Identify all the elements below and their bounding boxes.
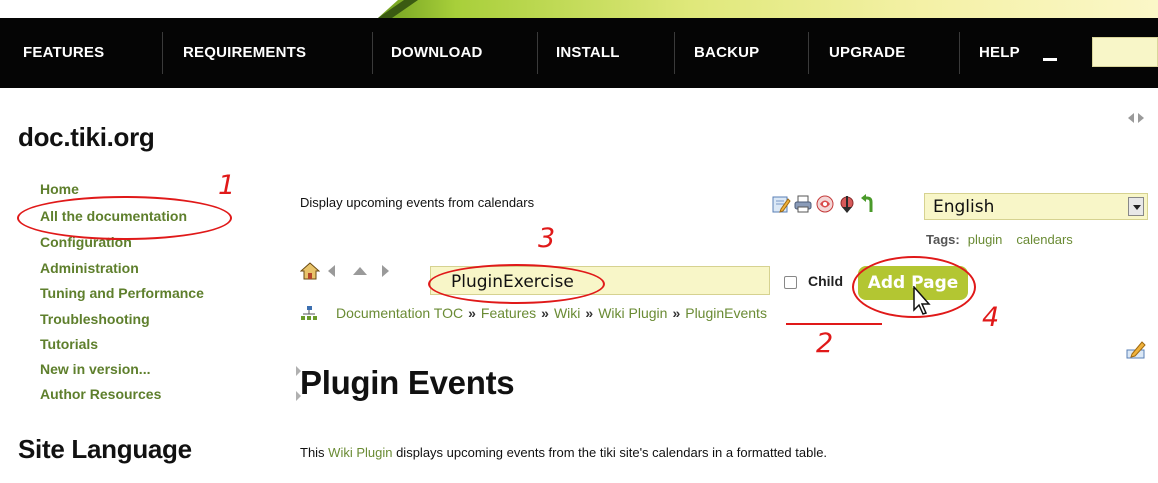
nav-upgrade[interactable]: UPGRADE <box>829 18 905 88</box>
body-text-end: displays upcoming events from the tiki s… <box>392 445 828 460</box>
menu-item-tutorials[interactable]: Tutorials <box>40 336 98 352</box>
up-icon[interactable] <box>352 266 368 276</box>
wiki-plugin-link[interactable]: Wiki Plugin <box>328 445 392 460</box>
collapse-icon[interactable] <box>1126 112 1146 124</box>
site-language-heading: Site Language <box>18 434 192 464</box>
nav-separator <box>959 32 960 74</box>
tags-label: Tags: <box>926 232 960 247</box>
tag-link[interactable]: calendars <box>1016 232 1072 247</box>
annotation-number: 4 <box>982 302 1000 333</box>
annotation-oval <box>428 264 605 304</box>
breadcrumb-separator: » <box>541 305 549 321</box>
nav-features[interactable]: FEATURES <box>23 18 104 88</box>
chevron-down-icon[interactable] <box>1128 197 1144 216</box>
structure-tree-icon <box>301 306 317 320</box>
nav-install[interactable]: INSTALL <box>556 18 620 88</box>
export-icon[interactable] <box>837 194 857 214</box>
breadcrumb-item-current[interactable]: PluginEvents <box>685 305 767 321</box>
site-title[interactable]: doc.tiki.org <box>18 122 155 153</box>
mouse-cursor-icon <box>913 286 931 315</box>
page-tags: Tags: plugin calendars <box>926 232 1073 247</box>
page-body-text: This Wiki Plugin displays upcoming event… <box>300 445 827 460</box>
child-checkbox[interactable] <box>784 276 797 289</box>
body-text-start: This <box>300 445 329 460</box>
page-description: Display upcoming events from calendars <box>300 195 535 210</box>
breadcrumb-separator: » <box>672 305 681 321</box>
breadcrumb-separator: » <box>585 305 594 321</box>
annotation-oval <box>17 196 232 240</box>
nav-separator <box>674 32 675 74</box>
undo-icon[interactable] <box>859 194 879 214</box>
header-gradient <box>378 0 1158 18</box>
annotation-underline <box>786 323 882 325</box>
menu-item-tuning[interactable]: Tuning and Performance <box>40 285 204 301</box>
language-select[interactable]: English <box>924 193 1148 220</box>
pdf-icon[interactable] <box>815 194 835 214</box>
nav-backup[interactable]: BACKUP <box>694 18 759 88</box>
breadcrumb-item[interactable]: Wiki <box>554 305 580 321</box>
breadcrumb: Documentation TOC» Features» Wiki» Wiki Plu… <box>300 305 767 321</box>
search-input[interactable] <box>1092 37 1158 67</box>
tag-link[interactable]: plugin <box>968 232 1003 247</box>
breadcrumb-item[interactable]: Documentation TOC <box>336 305 463 321</box>
print-icon[interactable] <box>793 194 813 214</box>
menu-item-home[interactable]: Home <box>40 181 79 197</box>
nav-requirements[interactable]: REQUIREMENTS <box>183 18 306 88</box>
breadcrumb-item[interactable]: Wiki Plugin <box>598 305 667 321</box>
breadcrumb-separator: » <box>468 305 476 321</box>
annotation-number: 1 <box>218 170 236 201</box>
edit-icon[interactable] <box>771 194 791 214</box>
menu-item-author-resources[interactable]: Author Resources <box>40 386 161 402</box>
back-icon[interactable] <box>327 265 337 277</box>
nav-download[interactable]: DOWNLOAD <box>391 18 483 88</box>
breadcrumb-item[interactable]: Features <box>481 305 536 321</box>
menu-item-administration[interactable]: Administration <box>40 260 139 276</box>
help-dropdown-icon[interactable] <box>1043 58 1057 61</box>
menu-item-new-in-version[interactable]: New in version... <box>40 361 150 377</box>
nav-help[interactable]: HELP <box>979 18 1020 88</box>
nav-separator <box>537 32 538 74</box>
language-select-value: English <box>933 197 995 217</box>
forward-icon[interactable] <box>380 265 390 277</box>
nav-separator <box>372 32 373 74</box>
annotation-number: 3 <box>538 223 556 254</box>
page-heading: Plugin Events <box>300 364 515 401</box>
menu-item-troubleshooting[interactable]: Troubleshooting <box>40 311 150 327</box>
header-decoration <box>0 0 1158 18</box>
nav-separator <box>808 32 809 74</box>
edit-section-icon[interactable] <box>1125 340 1147 360</box>
annotation-number: 2 <box>816 328 834 359</box>
home-icon[interactable] <box>300 262 320 280</box>
child-checkbox-label: Child <box>808 273 843 289</box>
main-nav: FEATURES REQUIREMENTS DOWNLOAD INSTALL B… <box>0 18 1158 88</box>
nav-separator <box>162 32 163 74</box>
